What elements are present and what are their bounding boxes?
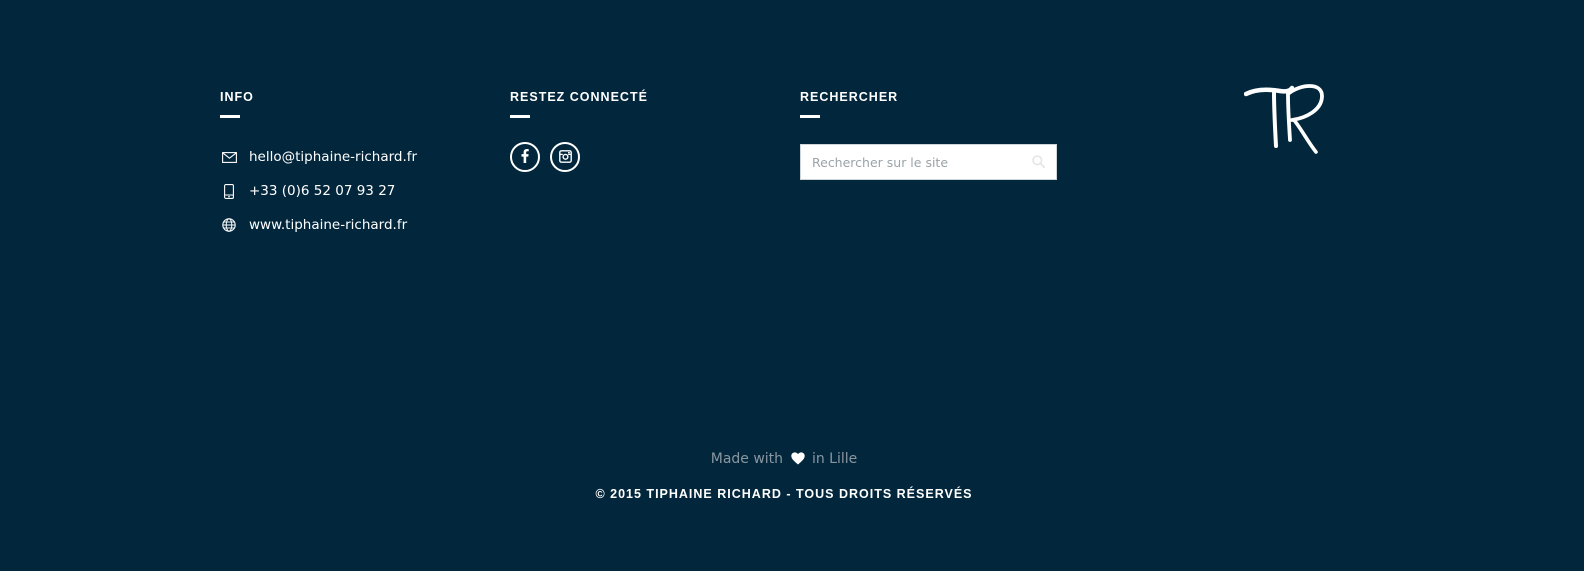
info-item-website: www.tiphaine-richard.fr xyxy=(220,208,480,242)
instagram-button[interactable] xyxy=(550,142,580,172)
globe-icon xyxy=(220,216,238,234)
footer-social-column: RESTEZ CONNECTÉ xyxy=(510,90,770,172)
search-title-underline xyxy=(800,115,820,118)
social-title: RESTEZ CONNECTÉ xyxy=(510,90,648,104)
footer-info-column: INFO hello@tiphaine-richard.fr +33 (0)6 … xyxy=(220,90,480,242)
search-submit-button[interactable] xyxy=(1020,145,1056,179)
phone-number: +33 (0)6 52 07 93 27 xyxy=(249,183,396,199)
info-list: hello@tiphaine-richard.fr +33 (0)6 52 07… xyxy=(220,140,480,242)
info-item-email: hello@tiphaine-richard.fr xyxy=(220,140,480,174)
search-icon xyxy=(1031,153,1045,172)
made-with-line: Made with in Lille xyxy=(0,451,1568,469)
search-title: RECHERCHER xyxy=(800,90,899,104)
footer-search-column: RECHERCHER xyxy=(800,90,1070,180)
info-item-phone: +33 (0)6 52 07 93 27 xyxy=(220,174,480,208)
facebook-button[interactable] xyxy=(510,142,540,172)
social-title-underline xyxy=(510,115,530,118)
facebook-icon xyxy=(521,148,529,167)
email-link[interactable]: hello@tiphaine-richard.fr xyxy=(249,149,417,165)
made-with-prefix: Made with xyxy=(710,451,784,467)
heart-icon xyxy=(790,452,805,469)
social-links xyxy=(510,142,770,172)
search-input[interactable] xyxy=(801,145,1020,179)
made-with-suffix: in Lille xyxy=(811,451,858,467)
tr-monogram-logo[interactable] xyxy=(1243,80,1328,160)
copyright-notice: © 2015 TIPHAINE RICHARD - TOUS DROITS RÉ… xyxy=(595,487,973,501)
mobile-phone-icon xyxy=(220,182,238,200)
info-title-underline xyxy=(220,115,240,118)
search-form xyxy=(800,144,1057,180)
envelope-icon xyxy=(220,148,238,166)
instagram-icon xyxy=(558,148,572,167)
info-title: INFO xyxy=(220,90,254,104)
website-link[interactable]: www.tiphaine-richard.fr xyxy=(249,217,407,233)
